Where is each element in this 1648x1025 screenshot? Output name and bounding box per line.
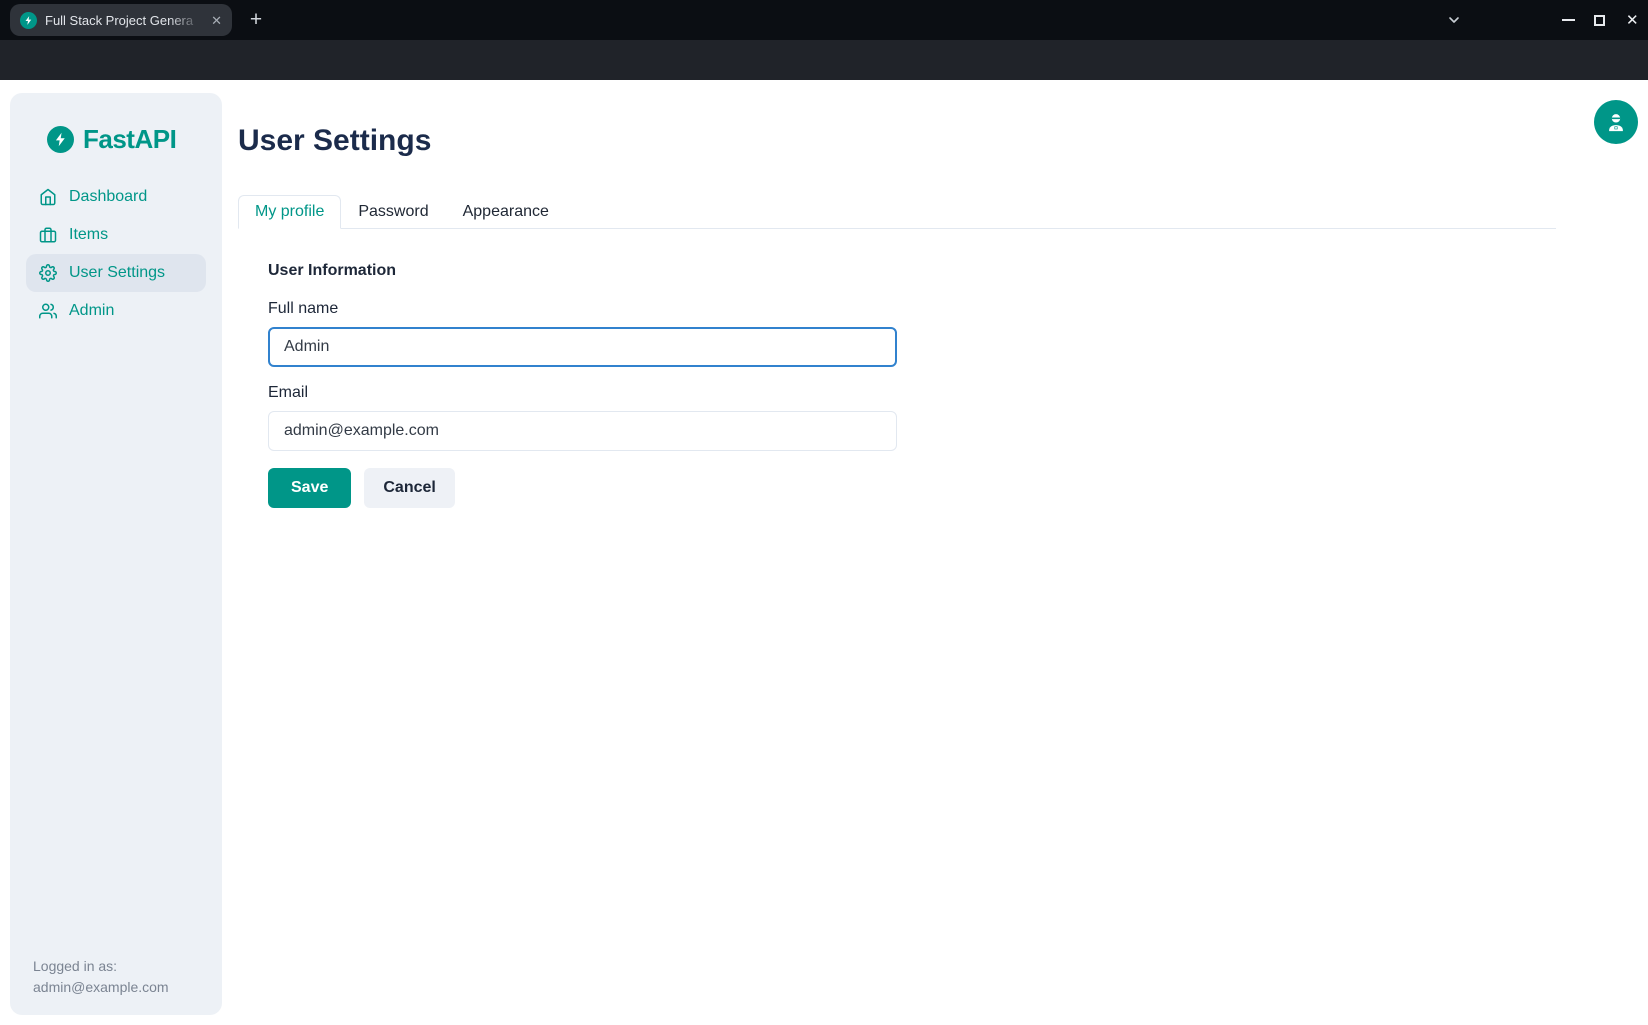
tab-search-chevron-icon[interactable] [1446,0,1462,40]
email-input[interactable] [268,411,897,451]
page-content: FastAPI Dashboard Items [0,80,1648,1025]
cancel-button[interactable]: Cancel [364,468,454,508]
user-astronaut-icon [1605,111,1627,133]
full-name-input[interactable] [268,327,897,367]
sidebar-item-label: User Settings [69,264,165,282]
tab-close-icon[interactable]: ✕ [211,14,222,27]
section-title: User Information [268,262,897,280]
tab-strip: Full Stack Project Genera ✕ + ✕ [0,0,1648,40]
logo-text: FastAPI [83,124,176,155]
home-icon [39,188,57,206]
browser-tab[interactable]: Full Stack Project Genera ✕ [10,4,232,36]
full-name-field: Full name [268,300,897,367]
window-minimize-button[interactable] [1562,0,1575,40]
fastapi-logo-icon [47,126,74,153]
tab-title: Full Stack Project Genera [45,13,203,28]
main-area: User Settings My profile Password Appear… [238,80,1648,1025]
email-label: Email [268,384,897,402]
logged-in-label: Logged in as: [33,956,169,977]
sidebar-item-label: Admin [69,302,114,320]
logged-in-footer: Logged in as: admin@example.com [33,956,169,998]
browser-window: Full Stack Project Genera ✕ + ✕ localhos [0,0,1648,1025]
sidebar-item-items[interactable]: Items [26,216,206,254]
gear-icon [39,264,57,282]
users-icon [39,302,57,320]
email-field: Email [268,384,897,451]
sidebar-item-user-settings[interactable]: User Settings [26,254,206,292]
tab-my-profile[interactable]: My profile [238,195,341,229]
sidebar-item-label: Items [69,226,108,244]
user-information-form: User Information Full name Email Save Ca… [268,262,897,508]
sidebar-item-label: Dashboard [69,188,147,206]
logged-in-email: admin@example.com [33,977,169,998]
window-close-button[interactable]: ✕ [1626,0,1639,40]
form-actions: Save Cancel [268,468,897,508]
tab-password[interactable]: Password [341,195,445,229]
briefcase-icon [39,226,57,244]
full-name-label: Full name [268,300,897,318]
tab-appearance[interactable]: Appearance [446,195,566,229]
settings-tabs: My profile Password Appearance [238,195,1556,229]
sidebar: FastAPI Dashboard Items [10,93,222,1015]
sidebar-item-dashboard[interactable]: Dashboard [26,178,206,216]
sidebar-nav: Dashboard Items User Settings [10,178,222,330]
sidebar-item-admin[interactable]: Admin [26,292,206,330]
window-maximize-button[interactable] [1594,0,1605,40]
fastapi-favicon-icon [20,12,37,29]
new-tab-button[interactable]: + [244,8,268,32]
fastapi-logo: FastAPI [47,124,222,155]
page-title: User Settings [238,80,1648,158]
user-avatar-button[interactable] [1594,100,1638,144]
browser-toolbar: localhost/settings [0,40,1648,80]
save-button[interactable]: Save [268,468,351,508]
